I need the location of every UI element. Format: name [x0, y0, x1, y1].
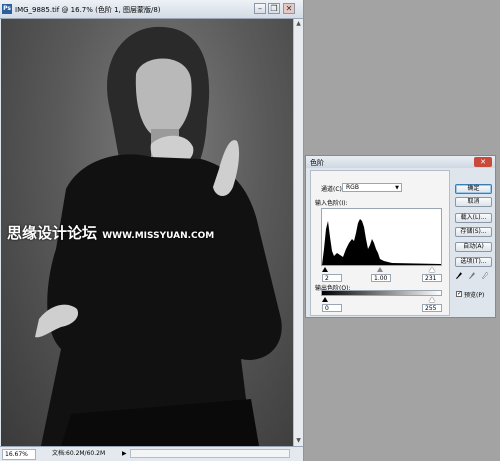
vertical-scrollbar[interactable]: ▲ ▼: [293, 19, 303, 446]
preview-label: 预览(P): [464, 292, 485, 299]
restore-button[interactable]: ❐: [268, 3, 280, 14]
zoom-level-field[interactable]: 16.67%: [2, 449, 36, 460]
levels-panel: 通道(C): RGB ▼ 输入色阶(I): 2 1.00 231 输出色阶(O)…: [310, 170, 450, 316]
minimize-button[interactable]: –: [254, 3, 266, 14]
channel-select[interactable]: RGB ▼: [342, 183, 402, 192]
histogram: [321, 208, 442, 266]
black-eyedropper-icon[interactable]: [456, 271, 462, 281]
scroll-up-icon[interactable]: ▲: [294, 19, 303, 28]
document-title: IMG_9885.tif @ 16.7% (色阶 1, 图层蒙版/8): [15, 6, 161, 14]
output-white-field[interactable]: 255: [422, 304, 442, 312]
watermark-chinese-text: 思缘设计论坛: [7, 224, 98, 242]
load-button[interactable]: 载入(L)...: [455, 213, 492, 223]
ok-button[interactable]: 确定: [455, 184, 492, 194]
output-white-slider[interactable]: [429, 297, 435, 302]
status-menu-arrow-icon[interactable]: ▶: [122, 450, 127, 457]
save-button[interactable]: 存储(S)...: [455, 227, 492, 237]
output-black-slider[interactable]: [322, 297, 328, 302]
photoshop-document-icon: Ps: [2, 4, 12, 14]
channel-label: 通道(C):: [321, 186, 344, 193]
input-white-slider[interactable]: [429, 267, 435, 272]
close-button[interactable]: ✕: [283, 3, 295, 14]
input-black-field[interactable]: 2: [322, 274, 342, 282]
options-button[interactable]: 选项(T)...: [455, 257, 492, 267]
auto-button[interactable]: 自动(A): [455, 242, 492, 252]
document-titlebar[interactable]: Ps IMG_9885.tif @ 16.7% (色阶 1, 图层蒙版/8) –…: [0, 0, 303, 19]
cancel-button[interactable]: 取消: [455, 197, 492, 207]
status-bar: 16.67% 文档:60.2M/60.2M ▶: [0, 446, 303, 461]
preview-checkbox[interactable]: ✓: [456, 291, 462, 297]
output-black-field[interactable]: 0: [322, 304, 342, 312]
gray-eyedropper-icon[interactable]: [469, 271, 475, 281]
watermark-url: WWW.MISSYUAN.COM: [102, 231, 215, 241]
white-eyedropper-icon[interactable]: [482, 271, 488, 281]
input-white-field[interactable]: 231: [422, 274, 442, 282]
channel-value: RGB: [346, 184, 359, 191]
input-gamma-slider[interactable]: [377, 267, 383, 272]
scroll-down-icon[interactable]: ▼: [294, 436, 303, 445]
dialog-close-button[interactable]: ✕: [474, 157, 492, 167]
input-black-slider[interactable]: [322, 267, 328, 272]
input-levels-label: 输入色阶(I):: [315, 200, 348, 207]
horizontal-scrollbar[interactable]: [130, 449, 290, 458]
levels-dialog-titlebar[interactable]: 色阶 ✕: [306, 156, 495, 168]
input-gamma-field[interactable]: 1.00: [371, 274, 391, 282]
document-size: 文档:60.2M/60.2M: [52, 450, 106, 457]
levels-dialog-title: 色阶: [310, 159, 324, 167]
levels-dialog: 色阶 ✕ 通道(C): RGB ▼ 输入色阶(I): 2 1.00 231 输出…: [305, 155, 496, 318]
output-gradient: [321, 290, 442, 296]
watermark: 思缘设计论坛 WWW.MISSYUAN.COM: [7, 222, 214, 243]
chevron-down-icon: ▼: [395, 185, 399, 191]
